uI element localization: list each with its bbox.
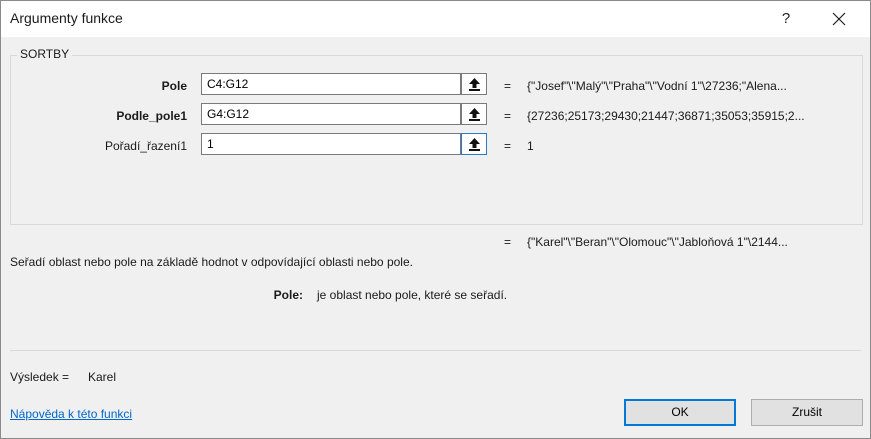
arg-label-podle-pole1: Podle_pole1 — [116, 109, 187, 123]
arg-result-podle-pole1: {27236;25173;29430;21447;36871;35053;359… — [527, 109, 805, 123]
collapse-dialog-button-podle-pole1[interactable] — [461, 103, 487, 125]
help-link[interactable]: Nápověda k této funkci — [10, 407, 132, 421]
divider — [10, 350, 861, 351]
result-label: Výsledek = — [10, 370, 70, 384]
arg-input-pole[interactable] — [201, 73, 461, 95]
function-arguments-dialog: Argumenty funkce ? SORTBY Pole = {"Josef… — [0, 0, 871, 439]
arg-label-poradi-razeni1: Pořadí_řazení1 — [104, 139, 187, 153]
cancel-button[interactable]: Zrušit — [751, 399, 863, 426]
equals-sign: = — [504, 139, 512, 153]
collapse-arrow-icon — [469, 138, 480, 151]
ok-button[interactable]: OK — [624, 399, 736, 426]
function-description: Seřadí oblast nebo pole na základě hodno… — [10, 255, 413, 269]
help-button[interactable]: ? — [771, 5, 801, 33]
close-button[interactable] — [821, 5, 857, 33]
arg-input-podle-pole1[interactable] — [201, 103, 461, 125]
result-value: Karel — [88, 370, 117, 384]
param-help-text: je oblast nebo pole, které se seřadí. — [317, 288, 508, 302]
arg-label-pole: Pole — [161, 79, 187, 93]
collapse-dialog-button-poradi-razeni1[interactable] — [461, 133, 487, 155]
collapse-arrow-icon — [469, 78, 480, 91]
arg-result-poradi-razeni1: 1 — [527, 139, 534, 153]
arg-result-pole: {"Josef"\"Malý"\"Praha"\"Vodní 1"\27236;… — [527, 79, 787, 93]
close-icon — [832, 12, 846, 26]
arg-input-poradi-razeni1[interactable] — [201, 133, 461, 155]
equals-sign: = — [504, 235, 512, 249]
equals-sign: = — [504, 79, 512, 93]
dialog-title: Argumenty funkce — [10, 10, 123, 26]
collapse-arrow-icon — [469, 108, 480, 121]
equals-sign: = — [504, 109, 512, 123]
collapse-dialog-button-pole[interactable] — [461, 73, 487, 95]
title-bar: Argumenty funkce ? — [1, 1, 870, 37]
formula-result-preview: {"Karel"\"Beran"\"Olomouc"\"Jabloňová 1"… — [527, 235, 788, 249]
param-help-name: Pole: — [273, 288, 303, 302]
function-name: SORTBY — [17, 47, 73, 61]
